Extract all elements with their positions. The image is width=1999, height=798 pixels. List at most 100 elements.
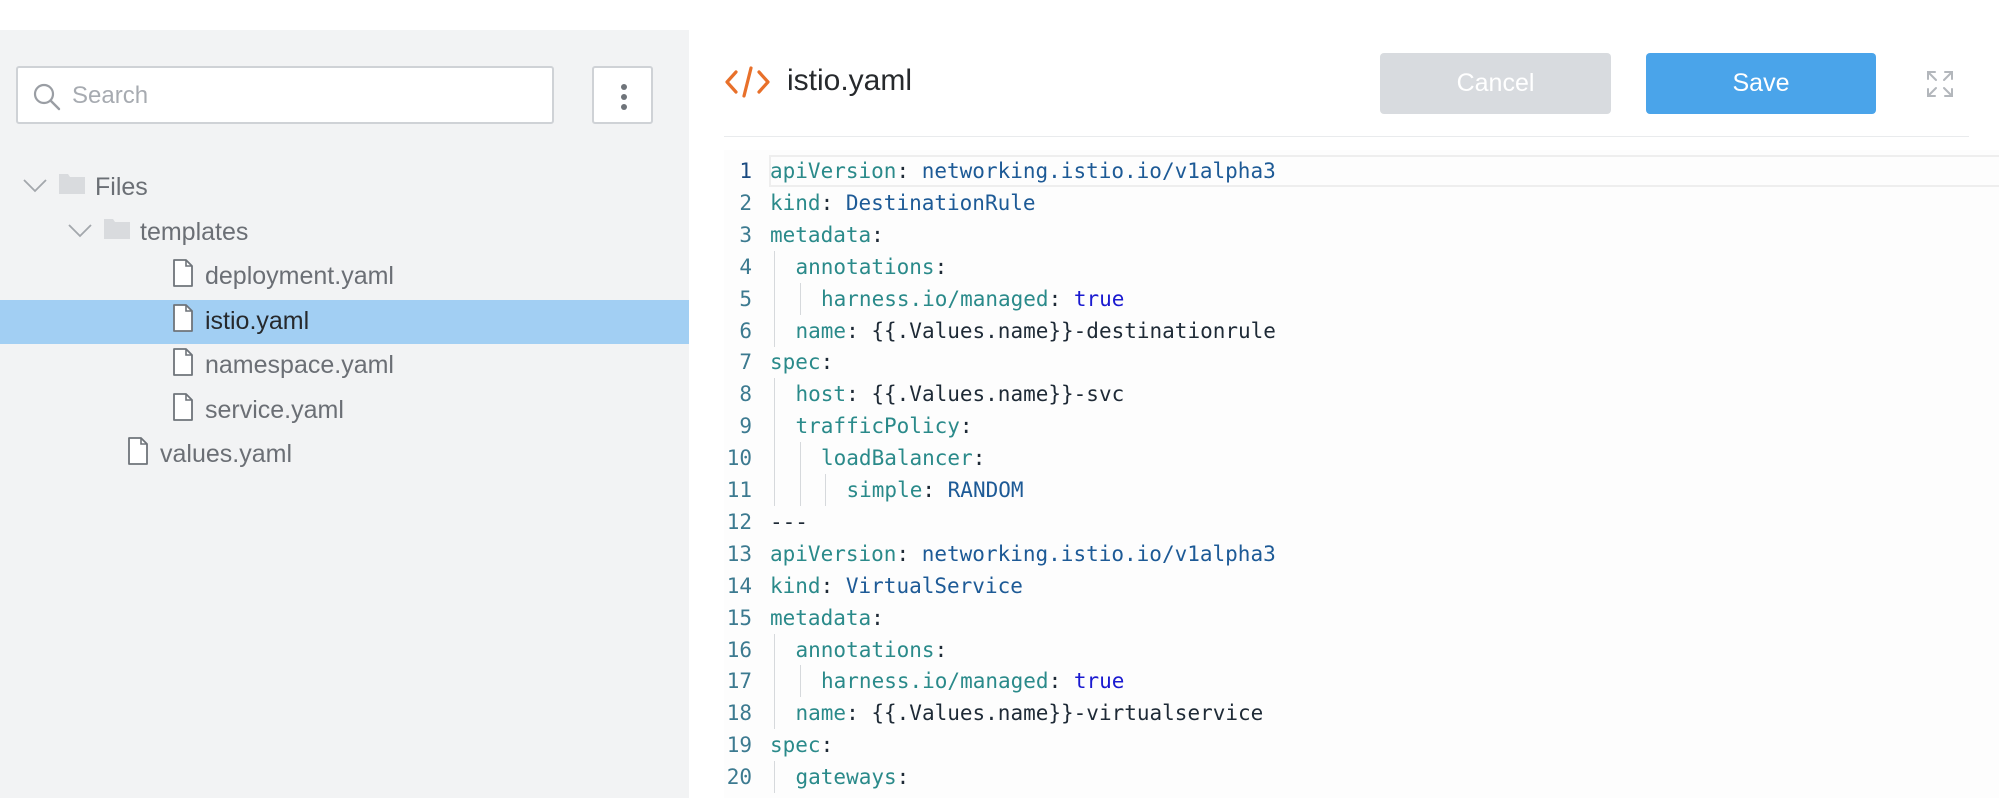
- code-line: 12 ---: [724, 506, 1999, 538]
- yaml-key: kind: [770, 190, 821, 215]
- code-line: 14 kind: VirtualService: [724, 570, 1999, 602]
- code-line: 19 spec:: [724, 729, 1999, 761]
- code-content: name: {{.Values.name}}-destinationrule: [795, 318, 1276, 343]
- code-line: 9 trafficPolicy:: [724, 410, 1999, 443]
- more-options-button[interactable]: [592, 66, 653, 124]
- line-number: 20: [726, 765, 752, 790]
- indent-guide: [774, 761, 775, 794]
- code-content: simple: RANDOM: [846, 478, 1024, 502]
- line-number: 19: [726, 733, 752, 758]
- tree-item-namespace-yaml[interactable]: namespace.yaml: [0, 344, 689, 388]
- code-content: name: {{.Values.name}}-virtualservice: [795, 701, 1264, 726]
- line-number: 13: [726, 541, 752, 566]
- yaml-key: annotations: [795, 637, 935, 662]
- code-line: 15 metadata:: [724, 602, 1999, 634]
- code-content: apiVersion: networking.istio.io/v1alpha3: [770, 541, 1276, 566]
- line-number: 3: [739, 222, 752, 247]
- tree-item-label: deployment.yaml: [205, 262, 394, 290]
- line-number: 2: [739, 190, 752, 215]
- tree-item-label: templates: [140, 217, 249, 246]
- yaml-key: metadata: [770, 605, 872, 630]
- file-icon: [172, 303, 194, 332]
- yaml-key: harness.io/managed: [821, 669, 1049, 694]
- tree-item-templates[interactable]: templates: [0, 211, 689, 255]
- yaml-value: {{.Values.name}}-svc: [871, 382, 1125, 407]
- file-icon: [172, 259, 194, 287]
- code-line: 11 simple: RANDOM: [724, 474, 1999, 506]
- yaml-key: spec: [770, 350, 821, 375]
- yaml-value: networking.istio.io/v1alpha3: [921, 541, 1276, 566]
- indent-guide: [799, 665, 801, 698]
- line-number: 11: [726, 478, 752, 502]
- code-line: 5 harness.io/managed: true: [724, 282, 1999, 315]
- line-number: 6: [739, 318, 752, 343]
- yaml-key: trafficPolicy: [795, 414, 960, 439]
- tree-item-label: namespace.yaml: [205, 351, 394, 379]
- indent-guide: [774, 314, 775, 347]
- yaml-value: true: [1073, 669, 1125, 694]
- line-number: 12: [726, 509, 752, 534]
- tree-item-label: istio.yaml: [205, 306, 310, 335]
- doc-separator: ---: [770, 509, 808, 534]
- file-sidebar: Files templates deployment.yaml istio.yaml n…: [0, 30, 689, 798]
- code-content: gateways:: [795, 765, 910, 790]
- code-content: kind: DestinationRule: [770, 190, 1036, 215]
- line-number: 9: [739, 414, 752, 439]
- expand-icon[interactable]: [1925, 69, 1955, 99]
- code-line: 13 apiVersion: networking.istio.io/v1alph…: [724, 538, 1999, 570]
- indent-guide: [774, 633, 775, 666]
- code-editor[interactable]: 1 apiVersion: networking.istio.io/v1alpha…: [724, 150, 1999, 798]
- line-number: 8: [739, 382, 752, 407]
- tree-item-files[interactable]: Files: [0, 166, 689, 210]
- indent-guide: [774, 442, 775, 475]
- code-line: 20 gateways:: [724, 761, 1999, 794]
- code-line: 17 harness.io/managed: true: [724, 665, 1999, 698]
- indent-guide: [799, 282, 801, 315]
- code-content: spec:: [770, 733, 834, 758]
- folder-icon: [58, 171, 86, 195]
- yaml-value: {{.Values.name}}-destinationrule: [871, 318, 1276, 343]
- yaml-key: simple: [846, 478, 923, 502]
- code-content: host: {{.Values.name}}-svc: [795, 382, 1125, 407]
- code-content: metadata:: [770, 222, 884, 247]
- indent-guide: [799, 442, 801, 475]
- yaml-key: annotations: [795, 254, 935, 279]
- tree-item-istio-yaml[interactable]: istio.yaml: [0, 299, 689, 344]
- search-box[interactable]: [16, 66, 554, 124]
- indent-guide: [774, 697, 775, 730]
- save-button[interactable]: Save: [1646, 53, 1876, 114]
- indent-guide: [774, 282, 775, 315]
- code-content: loadBalancer:: [821, 446, 986, 471]
- indent-guide: [825, 474, 826, 506]
- indent-guide: [774, 474, 775, 506]
- chevron-down-icon[interactable]: [67, 217, 93, 243]
- yaml-key: name: [795, 701, 847, 726]
- search-input[interactable]: [70, 78, 544, 114]
- yaml-key: spec: [770, 733, 821, 758]
- header-divider: [724, 136, 1969, 137]
- editor-filename: istio.yaml: [787, 64, 913, 97]
- code-content: harness.io/managed: true: [821, 286, 1125, 311]
- indent-guide: [799, 474, 801, 506]
- yaml-key: gateways: [795, 765, 897, 790]
- code-content: apiVersion: networking.istio.io/v1alpha3: [770, 159, 1276, 183]
- yaml-key: name: [795, 318, 847, 343]
- yaml-key: host: [795, 382, 847, 407]
- indent-guide: [774, 410, 775, 443]
- code-line: 16 annotations:: [724, 633, 1999, 666]
- yaml-value: networking.istio.io/v1alpha3: [921, 159, 1276, 183]
- tree-item-values-yaml[interactable]: values.yaml: [0, 433, 689, 477]
- code-line: 1 apiVersion: networking.istio.io/v1alpha…: [724, 155, 1999, 187]
- code-icon: [725, 66, 770, 98]
- yaml-value: RANDOM: [947, 478, 1024, 502]
- app-window: Files templates deployment.yaml istio.yaml n…: [0, 0, 1999, 798]
- tree-item-deployment-yaml[interactable]: deployment.yaml: [0, 255, 689, 299]
- tree-item-service-yaml[interactable]: service.yaml: [0, 389, 689, 433]
- cancel-button[interactable]: Cancel: [1380, 53, 1611, 114]
- code-line: 3 metadata:: [724, 219, 1999, 251]
- chevron-down-icon[interactable]: [22, 172, 48, 198]
- code-content: annotations:: [795, 254, 948, 279]
- line-number: 16: [726, 637, 752, 662]
- code-content: trafficPolicy:: [795, 414, 973, 439]
- line-number: 17: [726, 669, 752, 694]
